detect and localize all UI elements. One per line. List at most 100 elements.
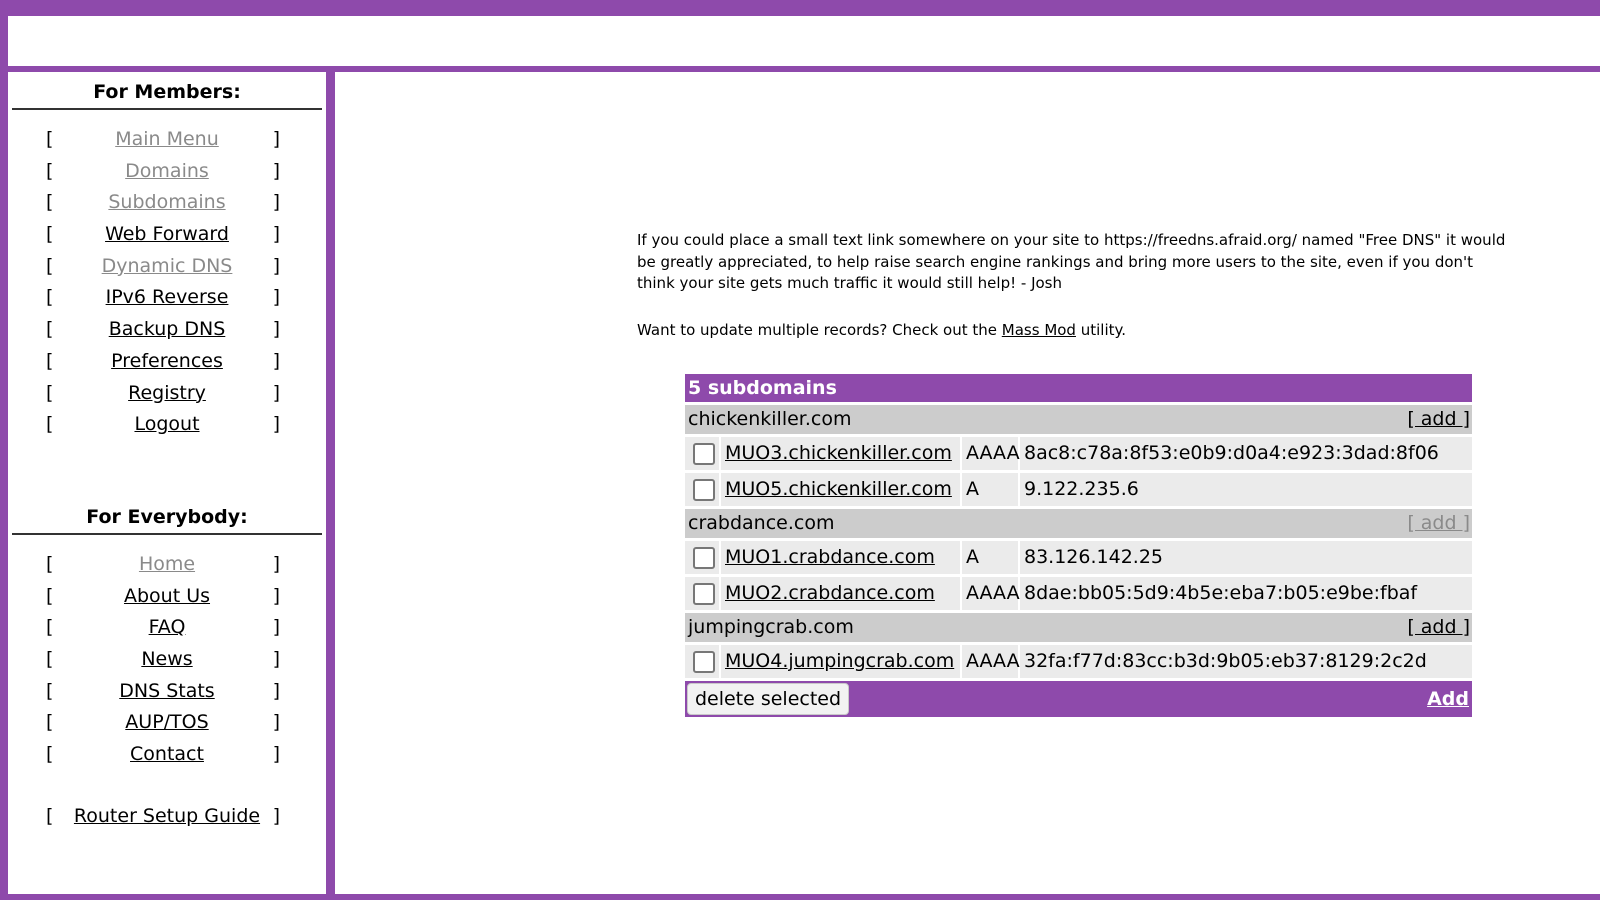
table-row: MUO2.crabdance.com AAAA 8dae:bb05:5d9:4b5e… [685, 577, 1472, 610]
sidebar-item-backup-dns: [Backup DNS] [8, 314, 326, 346]
table-footer: delete selected Add [685, 681, 1472, 717]
sidebar-item-dns-stats: [DNS Stats] [8, 676, 326, 708]
bracket-close: ] [272, 584, 280, 607]
row-checkbox[interactable] [693, 651, 715, 673]
domain-name: chickenkiller.com [688, 408, 852, 430]
bracket-close: ] [272, 711, 280, 734]
everybody-divider [12, 532, 322, 535]
name-cell: MUO1.crabdance.com [721, 541, 960, 574]
name-cell: MUO4.jumpingcrab.com [721, 645, 960, 678]
sidebar-item-preferences: [Preferences] [8, 346, 326, 378]
table-row: MUO4.jumpingcrab.com AAAA 32fa:f77d:83cc:b… [685, 645, 1472, 678]
record-type: AAAA [962, 437, 1020, 470]
bracket-close: ] [272, 804, 280, 827]
table-row: MUO5.chickenkiller.com A 9.122.235.6 [685, 473, 1472, 506]
sidebar-item-router-setup-guide: [ Router Setup Guide ] [8, 801, 326, 833]
domain-add-link[interactable]: [ add ] [1407, 405, 1470, 434]
subdomain-link[interactable]: MUO3.chickenkiller.com [725, 442, 952, 464]
name-cell: MUO5.chickenkiller.com [721, 473, 960, 506]
subdomain-link[interactable]: MUO5.chickenkiller.com [725, 478, 952, 500]
record-value: 32fa:f77d:83cc:b3d:9b05:eb37:8129:2c2d [1020, 645, 1472, 678]
select-cell [685, 577, 719, 610]
sidebar-item-news: [News] [8, 644, 326, 676]
domain-add-link[interactable]: [ add ] [1407, 613, 1470, 642]
table-row: MUO3.chickenkiller.com AAAA 8ac8:c78a:8f53… [685, 437, 1472, 470]
members-heading: For Members: [93, 81, 241, 103]
bracket-close: ] [272, 679, 280, 702]
bracket-close: ] [272, 381, 280, 404]
sidebar-item-dynamic-dns: [Dynamic DNS] [8, 251, 326, 283]
sidebar-item-registry: [Registry] [8, 378, 326, 410]
select-cell [685, 645, 719, 678]
record-type: AAAA [962, 645, 1020, 678]
subdomain-link[interactable]: MUO1.crabdance.com [725, 546, 935, 568]
add-subdomain-link[interactable]: Add [1427, 681, 1469, 717]
mass-mod-prefix: Want to update multiple records? Check o… [637, 320, 1002, 339]
everybody-nav: [Home][About Us][FAQ][News][DNS Stats][A… [8, 549, 326, 771]
domain-row: jumpingcrab.com [ add ] [685, 613, 1472, 642]
bracket-close: ] [272, 223, 280, 246]
bracket-close: ] [272, 159, 280, 182]
record-type: A [962, 541, 1018, 574]
everybody-heading: For Everybody: [86, 505, 248, 528]
record-value: 83.126.142.25 [1020, 541, 1472, 574]
select-cell [685, 473, 719, 506]
mass-mod-suffix: utility. [1075, 320, 1127, 339]
subdomain-link[interactable]: MUO4.jumpingcrab.com [725, 650, 954, 672]
bracket-close: ] [272, 349, 280, 372]
row-checkbox[interactable] [693, 443, 715, 465]
name-cell: MUO3.chickenkiller.com [721, 437, 960, 470]
bracket-close: ] [272, 191, 280, 214]
bracket-close: ] [272, 616, 280, 639]
sidebar-item-web-forward: [Web Forward] [8, 219, 326, 251]
select-cell [685, 437, 719, 470]
domain-name: crabdance.com [688, 512, 835, 534]
table-title: 5 subdomains [685, 374, 1472, 402]
sidebar-divider [326, 66, 335, 900]
row-checkbox[interactable] [693, 547, 715, 569]
sidebar-item-faq: [FAQ] [8, 612, 326, 644]
domain-name: jumpingcrab.com [688, 616, 854, 638]
sidebar: For Members: [Main Menu][Domains][Subdom… [8, 72, 326, 832]
mass-mod-line: Want to update multiple records? Check o… [637, 320, 1507, 342]
table-row: MUO1.crabdance.com A 83.126.142.25 [685, 541, 1472, 574]
sidebar-item-domains: [Domains] [8, 156, 326, 188]
bracket-close: ] [272, 128, 280, 150]
sidebar-item-logout: [Logout] [8, 409, 326, 441]
mass-mod-link[interactable]: Mass Mod [1002, 321, 1076, 339]
sidebar-item-subdomains: [Subdomains] [8, 187, 326, 219]
domain-row: chickenkiller.com [ add ] [685, 405, 1472, 434]
bracket-close: ] [272, 286, 280, 309]
subdomain-link[interactable]: MUO2.crabdance.com [725, 582, 935, 604]
row-checkbox[interactable] [693, 583, 715, 605]
sidebar-item-about-us: [About Us] [8, 581, 326, 613]
sidebar-item-ipv6-reverse: [IPv6 Reverse] [8, 282, 326, 314]
left-border [0, 0, 8, 900]
subdomains-table: 5 subdomains chickenkiller.com [ add ] MUO… [685, 374, 1472, 717]
bracket-close: ] [272, 254, 280, 277]
record-type: A [962, 473, 1018, 506]
sidebar-item-home: [Home] [8, 549, 326, 581]
bracket-close: ] [272, 743, 280, 765]
bracket-close: ] [272, 647, 280, 670]
record-type: AAAA [962, 577, 1020, 610]
domain-groups: chickenkiller.com [ add ] MUO3.chickenkill… [685, 405, 1472, 678]
link-request-text: If you could place a small text link som… [637, 231, 1506, 292]
bottom-border [0, 894, 1600, 900]
domain-row: crabdance.com [ add ] [685, 509, 1472, 538]
notice: If you could place a small text link som… [637, 230, 1507, 341]
row-checkbox[interactable] [693, 479, 715, 501]
members-divider [12, 108, 322, 110]
select-cell [685, 541, 719, 574]
domain-add-link[interactable]: [ add ] [1407, 509, 1470, 538]
delete-selected-button[interactable]: delete selected [687, 683, 849, 715]
record-value: 8ac8:c78a:8f53:e0b9:d0a4:e923:3dad:8f06 [1020, 437, 1472, 470]
sidebar-item-aup-tos: [AUP/TOS] [8, 707, 326, 739]
bracket-close: ] [272, 318, 280, 341]
members-nav: [Main Menu][Domains][Subdomains][Web For… [8, 124, 326, 441]
bracket-close: ] [272, 413, 280, 436]
top-border [0, 0, 1600, 16]
bracket-close: ] [272, 552, 280, 575]
record-value: 9.122.235.6 [1020, 473, 1472, 506]
record-value: 8dae:bb05:5d9:4b5e:eba7:b05:e9be:fbaf [1020, 577, 1472, 610]
